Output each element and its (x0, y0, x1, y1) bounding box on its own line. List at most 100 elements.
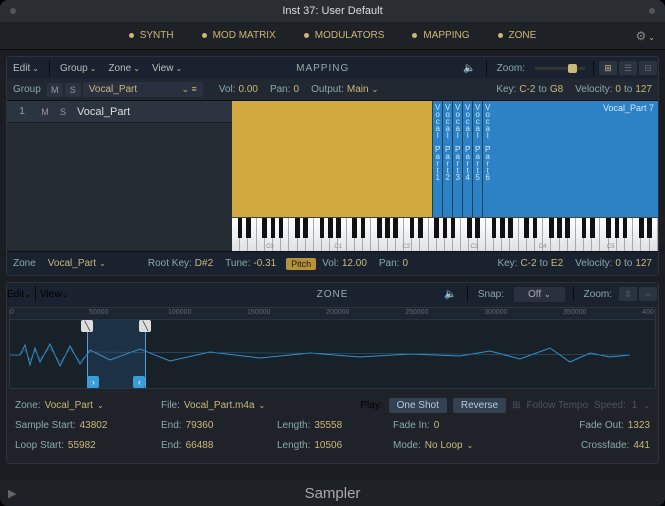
group-pan-value[interactable]: 0 (294, 84, 300, 95)
group-name-field[interactable]: Vocal_Part ⌄ ≡ (83, 82, 203, 97)
sample-len-value[interactable]: 35558 (314, 420, 342, 431)
mapping-view-list-icon[interactable]: ☰ (619, 61, 637, 75)
zone-pan-label: Pan: (379, 258, 400, 269)
zoom-label: Zoom: (491, 63, 531, 74)
tab-synth[interactable]: SYNTH (119, 26, 184, 45)
follow-tempo-label: Follow Tempo (527, 400, 589, 411)
zone-panel-title: ZONE (317, 289, 349, 300)
group-solo-button[interactable]: S (65, 83, 81, 97)
zone-list-row[interactable]: 1 M S Vocal_Part (7, 101, 232, 123)
footer: ▶ Sampler (0, 480, 665, 506)
zone-panel: Edit⌄ View⌄ ZONE 🔈 Snap: Off ⌄ Zoom: ⇳ ⇔… (6, 282, 659, 464)
group-vel-hi[interactable]: 127 (635, 84, 652, 95)
loop-mode-value[interactable]: No Loop (425, 440, 463, 451)
keymap-area[interactable]: Vocal_Part 7 Vocal_Part1 Vocal_Part2 Voc… (232, 101, 658, 251)
zone-key-label: Key: (497, 258, 517, 269)
snap-select[interactable]: Off ⌄ (514, 287, 565, 302)
zone-key-lo[interactable]: C-2 (520, 258, 536, 269)
tune-value[interactable]: -0.31 (253, 258, 276, 269)
tab-modulators[interactable]: MODULATORS (294, 26, 395, 45)
pitch-button[interactable]: Pitch (286, 258, 316, 270)
mapping-edit-menu[interactable]: Edit⌄ (7, 60, 45, 77)
zone-pan-value[interactable]: 0 (402, 258, 408, 269)
zone-block-group[interactable]: Vocal_Part 7 Vocal_Part1 Vocal_Part2 Voc… (432, 101, 658, 217)
mapping-view-grid-icon[interactable]: ⊟ (639, 61, 657, 75)
group-output-value[interactable]: Main (347, 84, 369, 95)
group-label: Group (7, 84, 47, 95)
oneshot-button[interactable]: One Shot (389, 398, 447, 413)
disclosure-triangle-icon[interactable]: ▶ (8, 487, 16, 500)
mapping-view-keymap-icon[interactable]: ⊞ (599, 61, 617, 75)
zone-index: 1 (7, 106, 37, 117)
info-zone-label: Zone: (15, 400, 41, 411)
rootkey-value[interactable]: D#2 (195, 258, 213, 269)
zoom-horz-icon[interactable]: ⇔ (639, 287, 657, 301)
mapping-panel: Edit⌄ Group⌄ Zone⌄ View⌄ MAPPING 🔈 Zoom:… (6, 56, 659, 276)
mapping-zoom-slider[interactable] (535, 67, 585, 70)
loop-end-value[interactable]: 66488 (186, 440, 214, 451)
group-key-label: Key: (496, 84, 516, 95)
group-vol-value[interactable]: 0.00 (238, 84, 257, 95)
zone-block-selected[interactable] (232, 101, 432, 217)
mapping-view-menu[interactable]: View⌄ (146, 60, 188, 77)
window-dot-right (649, 8, 655, 14)
start-flag-icon[interactable]: ╲ (81, 320, 93, 332)
tab-mapping[interactable]: MAPPING (402, 26, 479, 45)
flex-icon[interactable]: ⊞ (512, 400, 520, 411)
mapping-group-menu[interactable]: Group⌄ (54, 60, 103, 77)
zone-key-hi[interactable]: E2 (551, 258, 563, 269)
zone-vol-value[interactable]: 12.00 (342, 258, 367, 269)
group-key-lo[interactable]: C-2 (519, 84, 535, 95)
group-pan-label: Pan: (270, 84, 291, 95)
zone-solo-button[interactable]: S (55, 105, 71, 119)
tab-mod-matrix[interactable]: MOD MATRIX (192, 26, 286, 45)
zone-vol-label: Vol: (322, 258, 339, 269)
sample-end-label: End: (161, 420, 182, 431)
snap-label: Snap: (472, 289, 510, 300)
waveform-svg (10, 340, 630, 370)
zone-mute-button[interactable]: M (37, 105, 53, 119)
end-flag-icon[interactable]: ╲ (139, 320, 151, 332)
group-vel-lo[interactable]: 0 (615, 84, 621, 95)
reverse-button[interactable]: Reverse (453, 398, 506, 413)
wave-ruler: 0500001000001500002000002500003000003500… (10, 308, 655, 320)
tab-zone[interactable]: ZONE (488, 26, 547, 45)
sample-start-value[interactable]: 43802 (80, 420, 108, 431)
zoom-vert-icon[interactable]: ⇳ (619, 287, 637, 301)
speed-value[interactable]: 1 (632, 400, 638, 411)
loop-start-flag-icon[interactable]: › (87, 376, 99, 388)
fadeout-label: Fade Out: (579, 420, 623, 431)
fadein-value[interactable]: 0 (434, 420, 440, 431)
zone-edit-menu[interactable]: Edit⌄ (7, 289, 31, 300)
settings-gear-icon[interactable]: ⚙⌄ (636, 29, 655, 43)
info-zone-value[interactable]: Vocal_Part (45, 400, 93, 411)
zone-speaker-icon[interactable]: 🔈 (438, 287, 462, 302)
rootkey-label: Root Key: (148, 258, 192, 269)
loop-mode-label: Mode: (393, 440, 421, 451)
zone-vel-hi[interactable]: 127 (635, 258, 652, 269)
mapping-title: MAPPING (188, 63, 457, 74)
loop-len-label: Length: (277, 440, 310, 451)
group-key-hi[interactable]: G8 (550, 84, 563, 95)
group-mute-button[interactable]: M (47, 83, 63, 97)
zone-strip-name[interactable]: Vocal_Part (48, 258, 96, 269)
fadeout-value[interactable]: 1323 (628, 420, 650, 431)
loop-end-flag-icon[interactable]: ‹ (133, 376, 145, 388)
waveform-area[interactable]: 0500001000001500002000002500003000003500… (9, 307, 656, 389)
main-tabs: SYNTH MOD MATRIX MODULATORS MAPPING ZONE… (0, 22, 665, 50)
loop-len-value[interactable]: 10506 (314, 440, 342, 451)
zone-vel-label: Velocity: (575, 258, 612, 269)
sample-end-value[interactable]: 79360 (186, 420, 214, 431)
zone-name-label: Vocal_Part (73, 106, 130, 118)
audition-speaker-icon[interactable]: 🔈 (457, 61, 481, 76)
crossfade-value[interactable]: 441 (633, 440, 650, 451)
sample-len-label: Length: (277, 420, 310, 431)
keyboard[interactable]: C0C1C2C3C4C5 (232, 217, 658, 251)
loop-start-value[interactable]: 55982 (68, 440, 96, 451)
play-label: Play: (360, 400, 382, 411)
info-file-value[interactable]: Vocal_Part.m4a (184, 400, 255, 411)
zone-zoom-label: Zoom: (578, 289, 618, 300)
zone-view-menu[interactable]: View⌄ (40, 289, 68, 300)
mapping-zone-menu[interactable]: Zone⌄ (102, 60, 146, 77)
zone-vel-lo[interactable]: 0 (615, 258, 621, 269)
